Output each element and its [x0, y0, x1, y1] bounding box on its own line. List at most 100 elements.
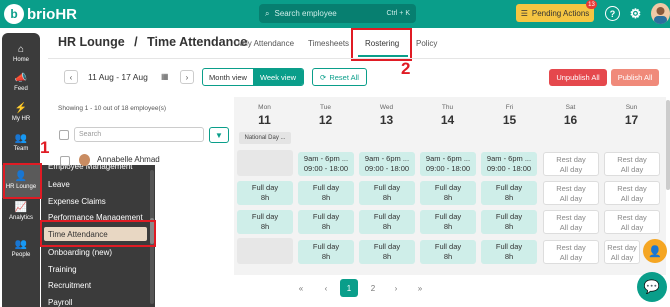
shift-cell[interactable]: 9am - 6pm ... 09:00 - 18:00: [359, 152, 415, 176]
sidebar-item-people[interactable]: 👥 People: [2, 239, 40, 258]
submenu-item-payroll[interactable]: Payroll: [48, 298, 72, 307]
rest-day-cell[interactable]: Rest day All day: [604, 181, 660, 205]
date-range[interactable]: 11 Aug - 17 Aug: [88, 72, 148, 82]
full-day-cell[interactable]: Full day 8h: [298, 210, 354, 234]
bolt-icon: ⚡: [14, 103, 28, 114]
user-avatar[interactable]: [651, 3, 670, 24]
tab-rostering[interactable]: Rostering: [365, 39, 399, 48]
day-header-sun: Sun 17: [601, 104, 662, 127]
full-day-cell[interactable]: Full day 8h: [420, 210, 476, 234]
employee-search-input[interactable]: Search: [74, 127, 204, 142]
full-day-cell[interactable]: Full day 8h: [237, 210, 293, 234]
pending-actions-button[interactable]: ☰ Pending Actions: [516, 4, 594, 22]
shift-cell[interactable]: 9am - 6pm ... 09:00 - 18:00: [298, 152, 354, 176]
full-day-cell[interactable]: Full day 8h: [359, 240, 415, 264]
logo[interactable]: b brioHR: [4, 4, 77, 24]
employee-checkbox[interactable]: [60, 156, 70, 166]
tab-policy[interactable]: Policy: [416, 39, 437, 48]
next-week-button[interactable]: ›: [180, 70, 194, 84]
last-page-button[interactable]: »: [411, 279, 429, 297]
full-day-cell[interactable]: Full day 8h: [237, 181, 293, 205]
rest-day-cell[interactable]: Rest day All day: [543, 181, 599, 205]
submenu-item-recruitment[interactable]: Recruitment: [48, 281, 91, 290]
full-day-cell[interactable]: Full day 8h: [298, 181, 354, 205]
prev-week-button[interactable]: ‹: [64, 70, 78, 84]
rest-day-cell[interactable]: Rest day All day: [543, 240, 599, 264]
rest-day-cell[interactable]: Rest day All day: [604, 240, 640, 264]
submenu-item-expense-claims[interactable]: Expense Claims: [48, 197, 106, 206]
page-title: HR Lounge / Time Attendance: [58, 35, 247, 49]
full-day-cell[interactable]: Full day 8h: [420, 181, 476, 205]
sidebar-item-my-hr[interactable]: ⚡ My HR: [2, 103, 40, 122]
rest-day-cell[interactable]: Rest day All day: [543, 210, 599, 234]
full-day-cell[interactable]: Full day 8h: [481, 210, 537, 234]
full-day-cell[interactable]: Full day 8h: [481, 181, 537, 205]
full-day-cell[interactable]: Full day 8h: [298, 240, 354, 264]
day-header-wed: Wed 13: [356, 104, 417, 127]
breadcrumb-current: Time Attendance: [147, 35, 248, 49]
full-day-label: Full day: [251, 212, 279, 221]
submenu-item-onboarding[interactable]: Onboarding (new): [48, 248, 112, 257]
full-day-cell[interactable]: Full day 8h: [359, 210, 415, 234]
publish-all-button[interactable]: Publish All: [611, 69, 659, 86]
list-icon: ☰: [520, 8, 528, 18]
week-view-button[interactable]: Week view: [253, 69, 303, 85]
hours-label: 8h: [382, 252, 392, 261]
tab-timesheets[interactable]: Timesheets: [308, 39, 349, 48]
active-tab-underline: [358, 55, 408, 57]
rest-day-label: Rest day: [617, 184, 647, 193]
sidebar-item-team[interactable]: 👥 Team: [2, 133, 40, 152]
all-day-label: All day: [620, 194, 644, 203]
shift-hours: 09:00 - 18:00: [364, 164, 410, 173]
pending-count-badge: 13: [586, 0, 597, 9]
page-1-button[interactable]: 1: [340, 279, 358, 297]
annotation-number-1: 1: [40, 138, 50, 157]
sidebar-item-home[interactable]: ⌂ Home: [2, 44, 40, 63]
hours-label: 8h: [382, 193, 392, 202]
full-day-label: Full day: [434, 183, 462, 192]
next-page-button[interactable]: ›: [387, 279, 405, 297]
first-page-button[interactable]: «: [292, 279, 310, 297]
top-bar: b brioHR ⌕ Search employee Ctrl + K ☰ Pe…: [0, 0, 670, 28]
filter-icon[interactable]: ▼: [209, 127, 229, 143]
shift-cell[interactable]: 9am - 6pm ... 09:00 - 18:00: [420, 152, 476, 176]
full-day-cell[interactable]: Full day 8h: [420, 240, 476, 264]
tab-daily-attendance[interactable]: Daily Attendance: [234, 39, 294, 48]
breadcrumb-root[interactable]: HR Lounge: [58, 35, 125, 49]
person-icon[interactable]: 👤: [643, 239, 667, 263]
holiday-chip[interactable]: National Day ...: [239, 132, 291, 144]
employee-name[interactable]: Annabelle Ahmad: [97, 155, 160, 164]
calendar-icon[interactable]: ▦: [161, 72, 169, 81]
month-view-button[interactable]: Month view: [203, 69, 253, 85]
hours-label: 8h: [504, 252, 514, 261]
roster-cell-empty[interactable]: [237, 150, 293, 176]
chat-icon[interactable]: 💬: [637, 272, 667, 302]
shift-cell[interactable]: 9am - 6pm ... 09:00 - 18:00: [481, 152, 537, 176]
select-all-checkbox[interactable]: [59, 130, 69, 140]
help-icon[interactable]: ?: [605, 6, 620, 21]
prev-page-button[interactable]: ‹: [317, 279, 335, 297]
settings-icon[interactable]: ⚙: [628, 6, 643, 21]
full-day-cell[interactable]: Full day 8h: [481, 240, 537, 264]
full-day-cell[interactable]: Full day 8h: [359, 181, 415, 205]
rest-day-cell[interactable]: Rest day All day: [604, 210, 660, 234]
page-2-button[interactable]: 2: [364, 279, 382, 297]
submenu-item-leave[interactable]: Leave: [48, 180, 70, 189]
shift-hours: 09:00 - 18:00: [303, 164, 349, 173]
reset-all-button[interactable]: ⟳ Reset All: [312, 68, 367, 86]
rest-day-cell[interactable]: Rest day All day: [604, 152, 660, 176]
sidebar-item-analytics[interactable]: 📈 Analytics: [2, 202, 40, 221]
global-search-input[interactable]: ⌕ Search employee Ctrl + K: [259, 4, 416, 23]
full-day-label: Full day: [434, 212, 462, 221]
rest-day-cell[interactable]: Rest day All day: [543, 152, 599, 176]
full-day-label: Full day: [434, 242, 462, 251]
grid-scrollbar[interactable]: [666, 100, 670, 190]
roster-cell-empty[interactable]: [237, 238, 293, 264]
logo-icon: b: [4, 4, 24, 24]
sidebar-item-feed[interactable]: 📣 Feed: [2, 73, 40, 92]
full-day-label: Full day: [373, 242, 401, 251]
day-number: 17: [624, 113, 639, 127]
submenu-item-training[interactable]: Training: [48, 265, 77, 274]
day-number: 16: [563, 113, 578, 127]
unpublish-all-button[interactable]: Unpublish All: [549, 69, 607, 86]
